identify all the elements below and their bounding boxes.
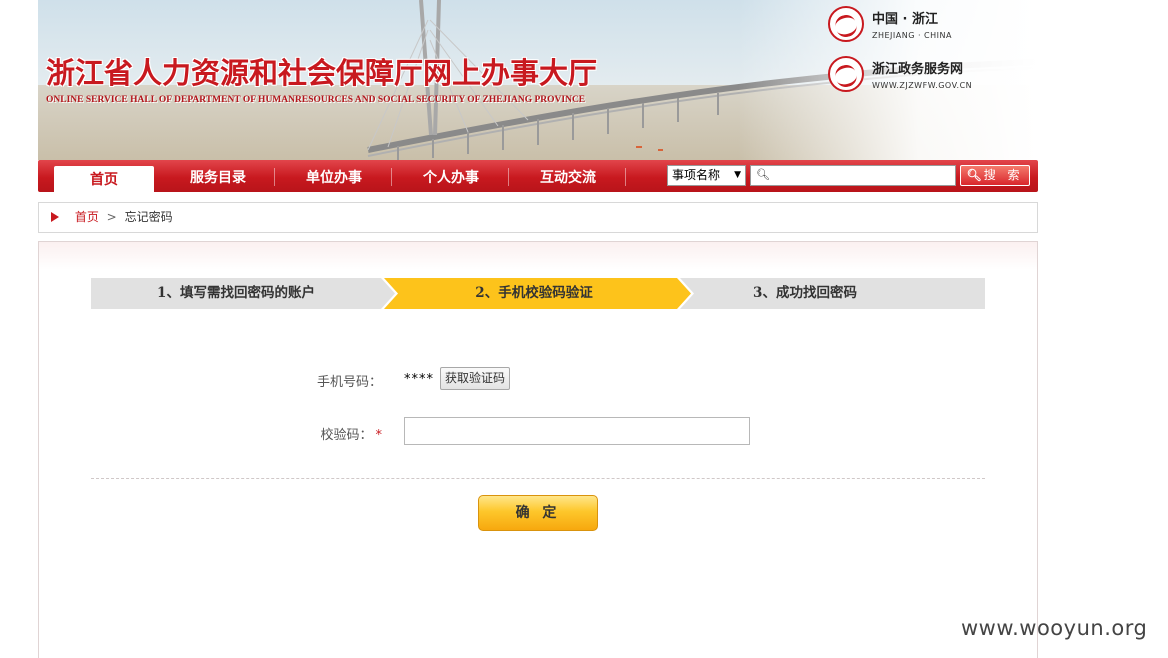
nav-item-home[interactable]: 首页 [54, 166, 154, 192]
zhejiang-emblem-icon [828, 6, 864, 42]
required-mark: * [375, 428, 383, 443]
step-3-label: 3、成功找回密码 [753, 285, 857, 301]
main-navbar: 首页 服务目录 单位办事 个人办事 互动交流 事项名称 ▼ 🔍︎ 🔍︎ 搜 索 [38, 160, 1038, 192]
confirm-button[interactable]: 确 定 [478, 495, 598, 531]
logo-zhejiang-subtitle: ZHEJIANG · CHINA [872, 31, 952, 40]
get-code-button[interactable]: 获取验证码 [440, 367, 511, 390]
dropdown-arrow-icon: ▼ [734, 170, 741, 180]
code-label: 校验码： [320, 428, 373, 443]
forgot-password-panel: 1、填写需找回密码的账户 2、手机校验码验证 3、成功找回密码 手机号码： **… [38, 241, 1038, 658]
search-type-select[interactable]: 事项名称 ▼ [667, 165, 746, 186]
search-button[interactable]: 🔍︎ 搜 索 [960, 165, 1030, 186]
nav-item-service-catalog[interactable]: 服务目录 [160, 160, 276, 192]
nav-separator [391, 168, 392, 186]
step-2-label: 2、手机校验码验证 [475, 285, 593, 301]
nav-separator [274, 168, 275, 186]
search-button-icon: 🔍︎ [966, 168, 982, 182]
code-label-row: 校验码： * [292, 424, 382, 443]
phone-value: **** [404, 372, 434, 387]
search-button-label: 搜 索 [983, 168, 1024, 182]
verification-code-input[interactable] [404, 417, 750, 445]
search-type-value: 事项名称 [672, 168, 721, 182]
logo-zjzwfw-url: WWW.ZJZWFW.GOV.CN [872, 81, 973, 90]
search-input[interactable]: 🔍︎ [750, 165, 956, 186]
header-banner: 浙江省人力资源和社会保障厅网上办事大厅 ONLINE SERVICE HALL … [38, 0, 1038, 160]
nav-item-interaction[interactable]: 互动交流 [510, 160, 626, 192]
logo-zhejiang-title: 中国 · 浙江 [872, 12, 938, 27]
breadcrumb-home-link[interactable]: 首页 [75, 210, 99, 224]
nav-separator [508, 168, 509, 186]
nav-item-corporate-affairs[interactable]: 单位办事 [276, 160, 392, 192]
search-icon: 🔍︎ [756, 168, 770, 181]
phone-label: 手机号码： [316, 375, 382, 390]
step-1-label: 1、填写需找回密码的账户 [157, 285, 315, 301]
step-indicator: 1、填写需找回密码的账户 2、手机校验码验证 3、成功找回密码 [91, 278, 985, 309]
zhejiang-china-logo[interactable]: 中国 · 浙江 ZHEJIANG · CHINA [828, 6, 952, 42]
nav-item-personal-affairs[interactable]: 个人办事 [393, 160, 509, 192]
breadcrumb-arrow-icon [51, 212, 59, 222]
zjzwfw-emblem-icon [828, 56, 864, 92]
site-title: 浙江省人力资源和社会保障厅网上办事大厅 [46, 56, 598, 90]
site-subtitle: ONLINE SERVICE HALL OF DEPARTMENT OF HUM… [46, 95, 586, 105]
logo-zjzwfw-title: 浙江政务服务网 [872, 62, 964, 77]
form-divider [91, 478, 985, 479]
breadcrumb: 首页 > 忘记密码 [38, 202, 1038, 233]
breadcrumb-separator: > [106, 210, 117, 224]
nav-separator [625, 168, 626, 186]
watermark: www.wooyun.org [961, 616, 1148, 640]
breadcrumb-current: 忘记密码 [124, 210, 173, 224]
zjzwfw-logo[interactable]: 浙江政务服务网 WWW.ZJZWFW.GOV.CN [828, 56, 972, 92]
